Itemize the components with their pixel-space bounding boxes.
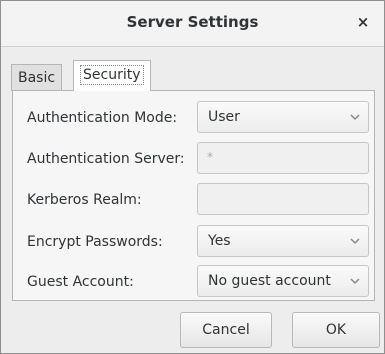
ok-button[interactable]: OK (292, 312, 380, 348)
auth-mode-select[interactable]: User (197, 101, 369, 133)
auth-mode-label: Authentication Mode: (27, 110, 178, 126)
server-settings-dialog: Server Settings × Basic Security Authent… (0, 0, 385, 354)
auth-mode-value: User (208, 109, 240, 125)
auth-server-label: Authentication Server: (27, 151, 185, 167)
encrypt-passwords-label: Encrypt Passwords: (27, 234, 163, 250)
encrypt-passwords-value: Yes (208, 233, 231, 249)
chevron-down-icon (350, 278, 360, 285)
kerberos-realm-field[interactable] (197, 183, 369, 215)
auth-server-field[interactable]: * (197, 142, 369, 174)
encrypt-passwords-select[interactable]: Yes (197, 225, 369, 257)
title-bar: Server Settings × (1, 1, 384, 47)
guest-account-value: No guest account (208, 273, 331, 289)
cancel-button[interactable]: Cancel (180, 312, 272, 348)
dialog-title: Server Settings (126, 13, 259, 31)
guest-account-label: Guest Account: (27, 274, 134, 290)
chevron-down-icon (350, 114, 360, 121)
security-panel: Authentication Mode: User Authentication… (12, 90, 375, 301)
tab-security[interactable]: Security (73, 60, 151, 91)
close-icon[interactable]: × (352, 11, 374, 33)
guest-account-select[interactable]: No guest account (197, 265, 369, 297)
tab-basic[interactable]: Basic (11, 64, 63, 91)
kerberos-realm-label: Kerberos Realm: (27, 192, 142, 208)
chevron-down-icon (350, 238, 360, 245)
auth-server-placeholder: * (207, 150, 213, 164)
tab-security-label: Security (80, 65, 144, 85)
